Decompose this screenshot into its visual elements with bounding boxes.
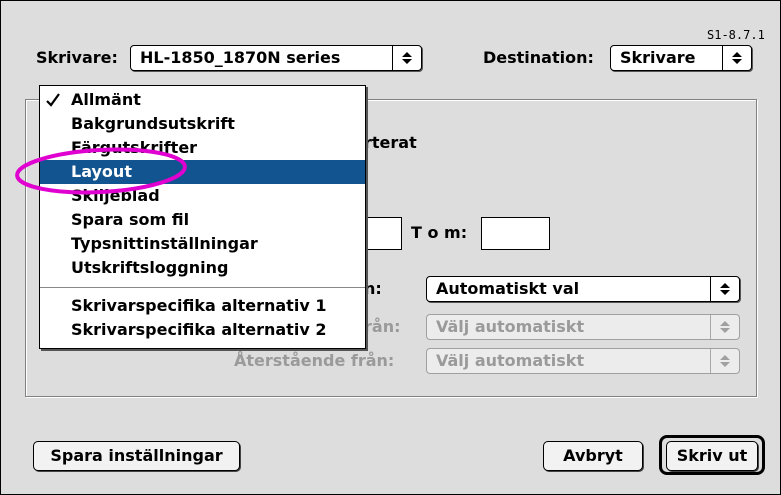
destination-value: Skrivare [620, 48, 696, 67]
popup-arrows-icon [710, 315, 739, 339]
menu-item-typsnittinstallningar[interactable]: Typsnittinställningar [40, 232, 365, 256]
to-page-label: T o m: [411, 223, 468, 242]
menu-item-label: Spara som fil [71, 210, 190, 229]
popup-arrows-icon [392, 46, 421, 70]
checkmark-icon [46, 93, 60, 107]
remaining-from-value: Välj automatiskt [436, 351, 585, 370]
printer-value: HL-1850_1870N series [140, 48, 341, 67]
to-page-field[interactable] [481, 217, 550, 250]
popup-arrows-icon [710, 277, 739, 301]
menu-item-allmant[interactable]: Allmänt [40, 88, 365, 112]
copies-status-text: rterat [364, 133, 417, 152]
menu-item-skrivarspecifika-2[interactable]: Skrivarspecifika alternativ 2 [40, 318, 365, 342]
print-dialog: S1-8.7.1 Skrivare: HL-1850_1870N series … [0, 0, 781, 495]
destination-label: Destination: [483, 48, 594, 67]
remaining-from-popup[interactable]: Välj automatiskt [426, 348, 740, 374]
printer-popup[interactable]: HL-1850_1870N series [130, 45, 422, 71]
remaining-from-label: Återstående från: [234, 351, 395, 370]
printer-label: Skrivare: [36, 48, 118, 67]
version-label: S1-8.7.1 [707, 28, 765, 42]
menu-separator [40, 287, 365, 288]
menu-item-utskriftsloggning[interactable]: Utskriftsloggning [40, 256, 365, 280]
popup-arrows-icon [710, 349, 739, 373]
menu-item-label: Skrivarspecifika alternativ 1 [71, 296, 327, 315]
save-settings-button[interactable]: Spara inställningar [33, 441, 240, 471]
menu-item-skrivarspecifika-1[interactable]: Skrivarspecifika alternativ 1 [40, 294, 365, 318]
menu-item-label: Bakgrundsutskrift [71, 114, 235, 133]
paper-source-label: n: [364, 279, 382, 298]
first-from-popup[interactable]: Välj automatiskt [426, 314, 740, 340]
menu-item-label: Allmänt [71, 90, 141, 109]
menu-item-bakgrundsutskrift[interactable]: Bakgrundsutskrift [40, 112, 365, 136]
paper-source-popup[interactable]: Automatiskt val [426, 276, 740, 302]
menu-item-spara-som-fil[interactable]: Spara som fil [40, 208, 365, 232]
menu-item-label: Skrivarspecifika alternativ 2 [71, 320, 327, 339]
first-from-label: rån: [364, 317, 401, 336]
cancel-button[interactable]: Avbryt [543, 441, 643, 471]
print-button[interactable]: Skriv ut [666, 441, 758, 471]
highlight-circle-annotation [15, 147, 187, 195]
menu-item-label: Utskriftsloggning [71, 258, 229, 277]
paper-source-value: Automatiskt val [436, 279, 580, 298]
panel-menu: Allmänt Bakgrundsutskrift Färgutskrifter… [39, 85, 366, 349]
menu-item-label: Typsnittinställningar [71, 234, 258, 253]
first-from-value: Välj automatiskt [436, 317, 585, 336]
popup-arrows-icon [722, 46, 751, 70]
destination-popup[interactable]: Skrivare [610, 45, 752, 71]
